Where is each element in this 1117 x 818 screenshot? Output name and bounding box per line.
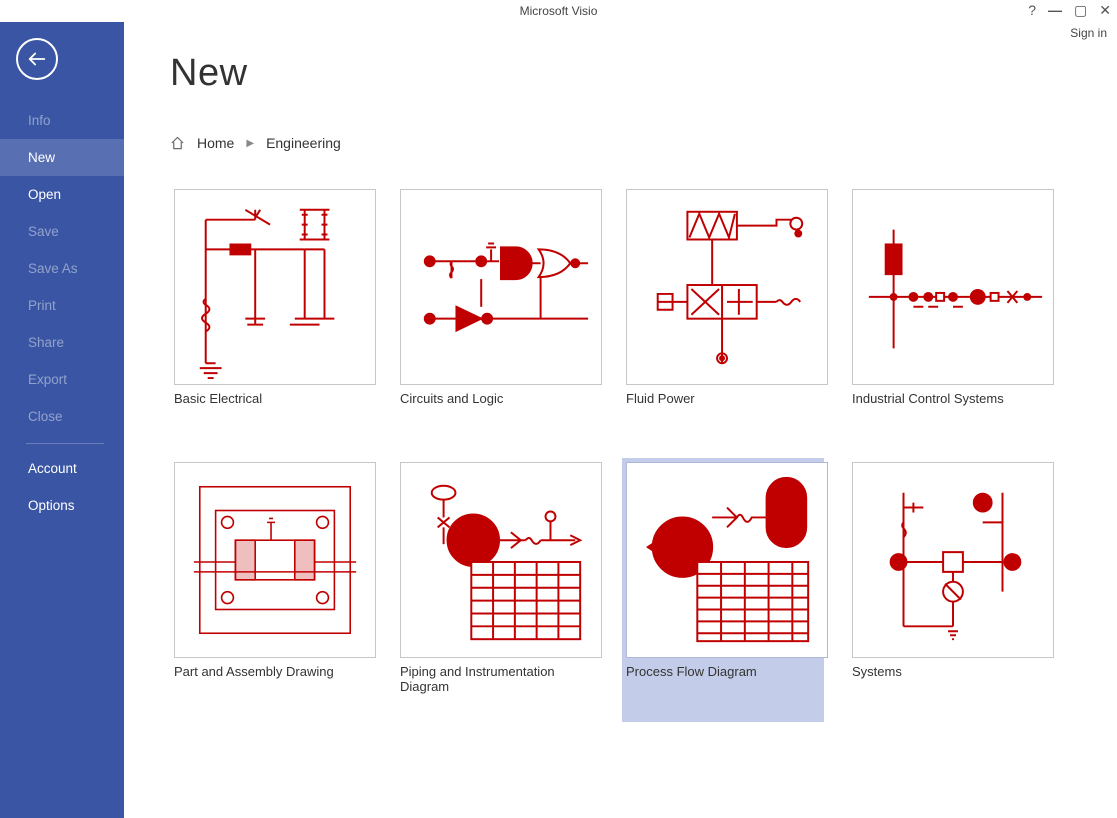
template-label: Circuits and Logic bbox=[400, 391, 594, 406]
template-thumbnail bbox=[626, 462, 828, 658]
sidebar-item-label: Share bbox=[28, 335, 64, 350]
help-icon[interactable]: ? bbox=[1028, 3, 1036, 17]
template-thumbnail bbox=[626, 189, 828, 385]
chevron-right-icon: ▶ bbox=[246, 138, 254, 149]
sidebar-item-options[interactable]: Options bbox=[0, 487, 124, 524]
sidebar-item-label: Open bbox=[28, 187, 61, 202]
sidebar-item-info[interactable]: Info bbox=[0, 102, 124, 139]
sidebar-separator bbox=[26, 443, 104, 444]
template-thumbnail bbox=[400, 189, 602, 385]
template-circuits-logic[interactable]: Circuits and Logic bbox=[396, 185, 598, 434]
sidebar-item-share[interactable]: Share bbox=[0, 324, 124, 361]
sidebar-item-label: Close bbox=[28, 409, 63, 424]
sidebar-item-label: Options bbox=[28, 498, 75, 513]
sidebar-item-save[interactable]: Save bbox=[0, 213, 124, 250]
sidebar-item-print[interactable]: Print bbox=[0, 287, 124, 324]
content-pane: New Home ▶ Engineering bbox=[124, 22, 1117, 818]
close-icon[interactable]: ✕ bbox=[1099, 3, 1111, 17]
template-thumbnail bbox=[852, 189, 1054, 385]
template-basic-electrical[interactable]: Basic Electrical bbox=[170, 185, 372, 434]
template-label: Part and Assembly Drawing bbox=[174, 664, 368, 679]
sidebar-item-saveas[interactable]: Save As bbox=[0, 250, 124, 287]
breadcrumb: Home ▶ Engineering bbox=[170, 135, 1097, 151]
home-icon[interactable] bbox=[170, 136, 185, 150]
minimize-icon[interactable]: — bbox=[1048, 3, 1062, 17]
sidebar-item-label: Info bbox=[28, 113, 51, 128]
sidebar-item-new[interactable]: New bbox=[0, 139, 124, 176]
sidebar-item-label: Save As bbox=[28, 261, 78, 276]
sidebar-item-label: Account bbox=[28, 461, 77, 476]
app-title: Microsoft Visio bbox=[520, 4, 598, 18]
page-title: New bbox=[170, 52, 1097, 95]
breadcrumb-engineering[interactable]: Engineering bbox=[266, 135, 341, 151]
template-thumbnail bbox=[852, 462, 1054, 658]
sidebar-item-label: Export bbox=[28, 372, 67, 387]
template-label: Basic Electrical bbox=[174, 391, 368, 406]
template-grid: Basic Electrical bbox=[170, 185, 1097, 722]
template-systems[interactable]: Systems bbox=[848, 458, 1050, 722]
sidebar-item-label: Print bbox=[28, 298, 56, 313]
template-process-flow[interactable]: Process Flow Diagram bbox=[622, 458, 824, 722]
template-industrial-control[interactable]: Industrial Control Systems bbox=[848, 185, 1050, 434]
title-bar: Microsoft Visio ? — ▢ ✕ bbox=[0, 0, 1117, 22]
sign-in-link[interactable]: Sign in bbox=[1070, 26, 1107, 40]
template-fluid-power[interactable]: Fluid Power bbox=[622, 185, 824, 434]
template-label: Piping and Instrumentation Diagram bbox=[400, 664, 594, 694]
template-label: Systems bbox=[852, 664, 1046, 679]
sidebar-item-label: Save bbox=[28, 224, 59, 239]
back-button[interactable] bbox=[16, 38, 58, 80]
template-thumbnail bbox=[400, 462, 602, 658]
template-thumbnail bbox=[174, 462, 376, 658]
template-piping-instrumentation[interactable]: Piping and Instrumentation Diagram bbox=[396, 458, 598, 722]
arrow-left-icon bbox=[26, 48, 48, 70]
sidebar-item-account[interactable]: Account bbox=[0, 450, 124, 487]
template-label: Fluid Power bbox=[626, 391, 820, 406]
sidebar-item-export[interactable]: Export bbox=[0, 361, 124, 398]
template-thumbnail bbox=[174, 189, 376, 385]
sidebar-item-label: New bbox=[28, 150, 55, 165]
maximize-icon[interactable]: ▢ bbox=[1074, 3, 1087, 17]
backstage-sidebar: Info New Open Save Save As Print Share E… bbox=[0, 22, 124, 818]
template-label: Process Flow Diagram bbox=[626, 664, 820, 679]
sidebar-item-open[interactable]: Open bbox=[0, 176, 124, 213]
template-part-assembly[interactable]: Part and Assembly Drawing bbox=[170, 458, 372, 722]
template-label: Industrial Control Systems bbox=[852, 391, 1046, 406]
sidebar-item-close[interactable]: Close bbox=[0, 398, 124, 435]
breadcrumb-home[interactable]: Home bbox=[197, 135, 234, 151]
